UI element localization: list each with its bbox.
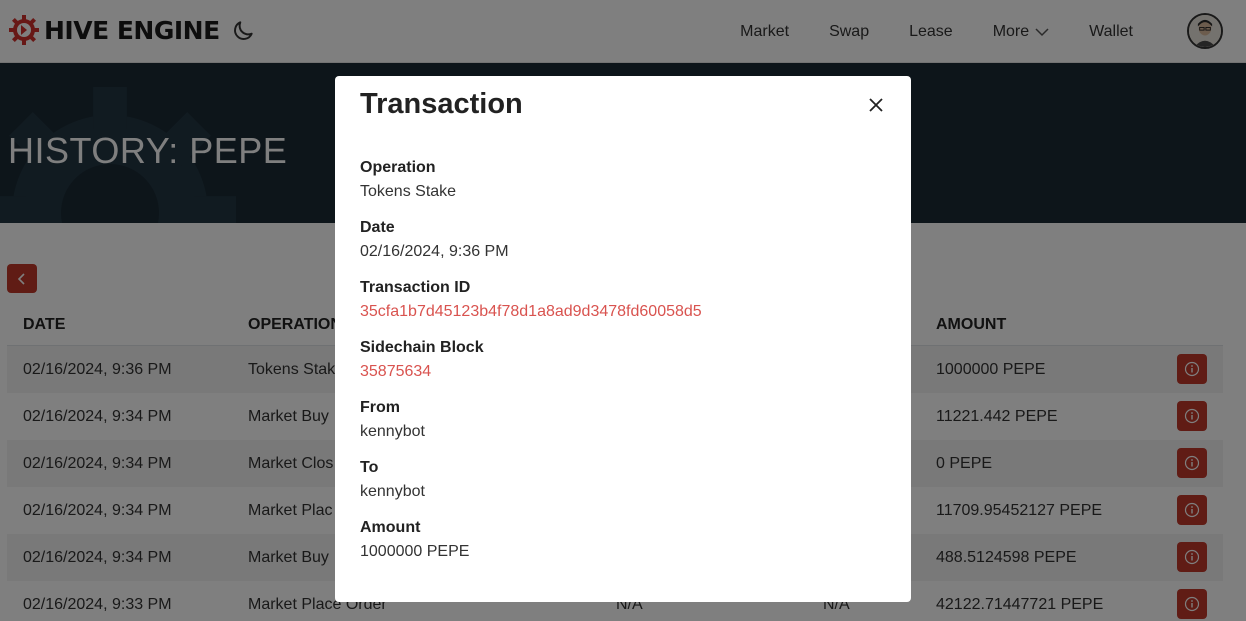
field-date: Date 02/16/2024, 9:36 PM [360,216,509,264]
field-value: 1000000 PEPE [360,543,470,560]
field-label: Transaction ID [360,279,471,296]
field-label: From [360,399,400,416]
field-value-link[interactable]: 35cfa1b7d45123b4f78d1a8ad9d3478fd60058d5 [360,300,702,324]
field-transaction-id: Transaction ID 35cfa1b7d45123b4f78d1a8ad9… [360,276,702,324]
field-to: To kennybot [360,456,425,504]
field-value-link[interactable]: 35875634 [360,360,484,384]
field-sidechain-block: Sidechain Block 35875634 [360,336,484,384]
field-value: kennybot [360,483,425,500]
close-button[interactable] [866,95,886,115]
field-from: From kennybot [360,396,425,444]
field-operation: Operation Tokens Stake [360,156,456,204]
field-amount: Amount 1000000 PEPE [360,516,469,564]
close-icon [869,98,883,112]
transaction-modal: Transaction Operation Tokens Stake Date 02/… [335,76,911,602]
field-label: Date [360,219,395,236]
modal-title: Transaction [360,88,523,120]
field-value: kennybot [360,423,425,440]
field-label: Amount [360,519,421,536]
field-label: Operation [360,159,436,176]
field-value: Tokens Stake [360,183,457,200]
field-label: To [360,459,379,476]
field-value: 02/16/2024, 9:36 PM [360,243,509,260]
field-label: Sidechain Block [360,339,484,356]
